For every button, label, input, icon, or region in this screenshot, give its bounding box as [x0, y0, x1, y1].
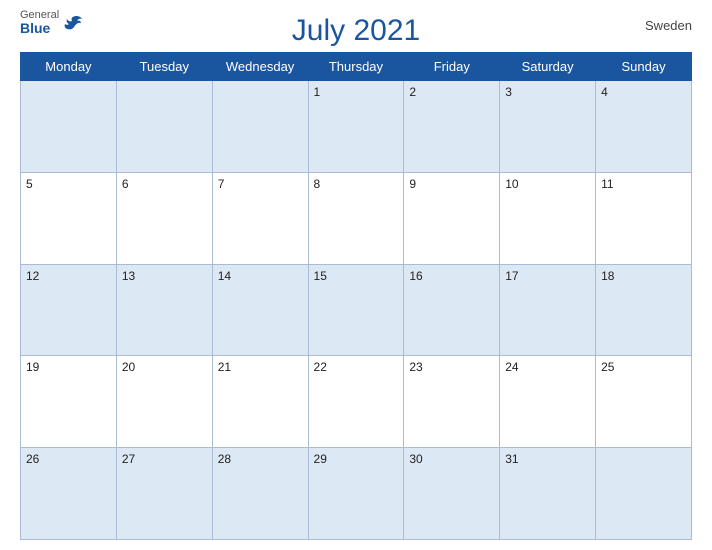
calendar-cell: 12 — [21, 264, 117, 356]
calendar-cell: 17 — [500, 264, 596, 356]
calendar-cell: 10 — [500, 172, 596, 264]
calendar-cell: 26 — [21, 448, 117, 540]
day-number: 22 — [314, 360, 327, 374]
week-row-1: 1 2 3 4 — [21, 81, 692, 173]
day-number: 15 — [314, 269, 327, 283]
calendar-cell: 15 — [308, 264, 404, 356]
calendar-cell: 1 — [308, 81, 404, 173]
day-number: 10 — [505, 177, 518, 191]
day-header-friday: Friday — [404, 53, 500, 81]
day-number: 9 — [409, 177, 416, 191]
day-header-sunday: Sunday — [596, 53, 692, 81]
day-number: 20 — [122, 360, 135, 374]
day-number: 21 — [218, 360, 231, 374]
day-header-saturday: Saturday — [500, 53, 596, 81]
calendar-cell: 13 — [116, 264, 212, 356]
calendar-header: General Blue July 2021 Sweden — [20, 10, 692, 48]
calendar-cell: 2 — [404, 81, 500, 173]
day-number: 13 — [122, 269, 135, 283]
calendar-cell — [596, 448, 692, 540]
calendar-cell: 16 — [404, 264, 500, 356]
calendar-cell: 31 — [500, 448, 596, 540]
day-number: 17 — [505, 269, 518, 283]
day-number: 30 — [409, 452, 422, 466]
calendar-cell: 21 — [212, 356, 308, 448]
calendar-cell: 25 — [596, 356, 692, 448]
day-number: 3 — [505, 85, 512, 99]
day-header-wednesday: Wednesday — [212, 53, 308, 81]
day-number: 18 — [601, 269, 614, 283]
calendar-cell: 27 — [116, 448, 212, 540]
day-number: 27 — [122, 452, 135, 466]
day-number: 25 — [601, 360, 614, 374]
calendar-cell: 11 — [596, 172, 692, 264]
day-number: 12 — [26, 269, 39, 283]
calendar-cell: 23 — [404, 356, 500, 448]
day-number: 6 — [122, 177, 129, 191]
logo-bird-icon — [63, 15, 83, 31]
calendar-cell: 8 — [308, 172, 404, 264]
day-number: 1 — [314, 85, 321, 99]
calendar-body: 1234567891011121314151617181920212223242… — [21, 81, 692, 540]
day-number: 14 — [218, 269, 231, 283]
week-row-4: 19 20 21 22 23 24 25 — [21, 356, 692, 448]
day-number: 7 — [218, 177, 225, 191]
day-number: 19 — [26, 360, 39, 374]
day-number: 4 — [601, 85, 608, 99]
day-header-tuesday: Tuesday — [116, 53, 212, 81]
logo-text: General Blue — [20, 10, 59, 35]
logo: General Blue — [20, 10, 83, 35]
week-row-3: 12 13 14 15 16 17 18 — [21, 264, 692, 356]
calendar-cell: 9 — [404, 172, 500, 264]
day-number: 16 — [409, 269, 422, 283]
calendar-cell: 29 — [308, 448, 404, 540]
day-headers-row: MondayTuesdayWednesdayThursdayFridaySatu… — [21, 53, 692, 81]
calendar-cell: 24 — [500, 356, 596, 448]
day-number: 29 — [314, 452, 327, 466]
calendar-cell: 19 — [21, 356, 117, 448]
day-number: 2 — [409, 85, 416, 99]
day-header-monday: Monday — [21, 53, 117, 81]
day-number: 8 — [314, 177, 321, 191]
country-label: Sweden — [645, 18, 692, 33]
calendar-table: MondayTuesdayWednesdayThursdayFridaySatu… — [20, 52, 692, 540]
day-header-thursday: Thursday — [308, 53, 404, 81]
calendar-cell: 7 — [212, 172, 308, 264]
calendar-cell: 3 — [500, 81, 596, 173]
calendar-cell: 18 — [596, 264, 692, 356]
day-number: 24 — [505, 360, 518, 374]
calendar-cell: 22 — [308, 356, 404, 448]
logo-blue: Blue — [20, 21, 59, 35]
day-number: 11 — [601, 177, 613, 191]
calendar-cell: 4 — [596, 81, 692, 173]
calendar-cell: 6 — [116, 172, 212, 264]
day-number: 28 — [218, 452, 231, 466]
calendar-cell — [212, 81, 308, 173]
month-title: July 2021 — [292, 14, 420, 48]
day-number: 23 — [409, 360, 422, 374]
day-number: 26 — [26, 452, 39, 466]
week-row-2: 5 6 7 8 9 10 11 — [21, 172, 692, 264]
calendar-cell: 30 — [404, 448, 500, 540]
calendar-cell: 5 — [21, 172, 117, 264]
calendar-cell — [116, 81, 212, 173]
day-number: 5 — [26, 177, 33, 191]
week-row-5: 26 27 28 29 30 31 — [21, 448, 692, 540]
calendar-cell: 28 — [212, 448, 308, 540]
calendar-cell — [21, 81, 117, 173]
calendar-cell: 20 — [116, 356, 212, 448]
calendar-cell: 14 — [212, 264, 308, 356]
day-number: 31 — [505, 452, 518, 466]
